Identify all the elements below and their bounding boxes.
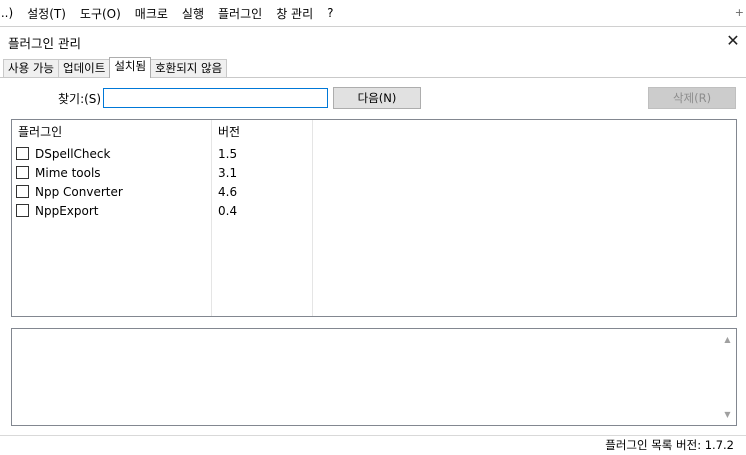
description-scrollbar[interactable]: ▲ ▼	[719, 329, 736, 425]
list-item[interactable]: DSpellCheck 1.5	[16, 144, 316, 163]
close-icon[interactable]: ✕	[724, 31, 742, 50]
plugin-name: DSpellCheck	[35, 146, 111, 161]
plugin-manager-dialog: 플러그인 관리 ✕ 사용 가능 업데이트 설치됨 호환되지 않음 찾기:(S) …	[0, 27, 746, 455]
list-item[interactable]: Mime tools 3.1	[16, 163, 316, 182]
plugin-checkbox[interactable]	[16, 185, 29, 198]
plugin-checkbox[interactable]	[16, 166, 29, 179]
plugin-checkbox[interactable]	[16, 147, 29, 160]
remove-button[interactable]: 삭제(R)	[648, 87, 736, 109]
menu-item-prev[interactable]: ...)	[0, 6, 13, 20]
dialog-title: 플러그인 관리	[8, 36, 81, 51]
menu-overflow-icon[interactable]: +	[735, 6, 744, 19]
menu-item-plugins[interactable]: 플러그인	[218, 5, 262, 22]
column-header-plugin[interactable]: 플러그인	[18, 123, 62, 140]
plugin-name: Npp Converter	[35, 184, 123, 199]
menu-item-window[interactable]: 창 관리	[276, 5, 313, 22]
menu-item-settings[interactable]: 설정(T)	[27, 5, 66, 22]
menu-item-help[interactable]: ?	[327, 6, 333, 20]
tab-strip: 사용 가능 업데이트 설치됨 호환되지 않음	[3, 57, 228, 78]
plugin-version: 0.4	[218, 203, 238, 218]
plugin-list-version: 플러그인 목록 버전: 1.7.2	[605, 438, 734, 452]
menu-item-tools[interactable]: 도구(O)	[80, 5, 121, 22]
search-input[interactable]	[103, 88, 328, 108]
scroll-down-icon[interactable]: ▼	[722, 409, 733, 420]
menu-item-macro[interactable]: 매크로	[135, 5, 168, 22]
list-item[interactable]: Npp Converter 4.6	[16, 182, 316, 201]
column-header-version[interactable]: 버전	[218, 123, 240, 140]
list-item[interactable]: NppExport 0.4	[16, 201, 316, 220]
plugin-list: 플러그인 버전 DSpellCheck 1.5 Mime tools 3.1 N…	[11, 119, 737, 317]
menu-bar: ...) 설정(T) 도구(O) 매크로 실행 플러그인 창 관리 ? +	[0, 0, 746, 27]
plugin-version: 1.5	[218, 146, 238, 161]
plugin-checkbox[interactable]	[16, 204, 29, 217]
plugin-version: 3.1	[218, 165, 238, 180]
tab-incompatible[interactable]: 호환되지 않음	[150, 59, 228, 77]
status-divider	[0, 435, 746, 436]
tab-installed[interactable]: 설치됨	[109, 57, 152, 78]
plugin-description[interactable]: ▲ ▼	[11, 328, 737, 426]
plugin-name: Mime tools	[35, 165, 101, 180]
next-button[interactable]: 다음(N)	[333, 87, 421, 109]
plugin-name: NppExport	[35, 203, 99, 218]
search-label: 찾기:(S)	[58, 92, 102, 106]
menu-item-run[interactable]: 실행	[182, 5, 204, 22]
scroll-up-icon[interactable]: ▲	[722, 334, 733, 345]
tab-updates[interactable]: 업데이트	[57, 59, 111, 77]
tab-available[interactable]: 사용 가능	[3, 59, 59, 77]
plugin-version: 4.6	[218, 184, 238, 199]
